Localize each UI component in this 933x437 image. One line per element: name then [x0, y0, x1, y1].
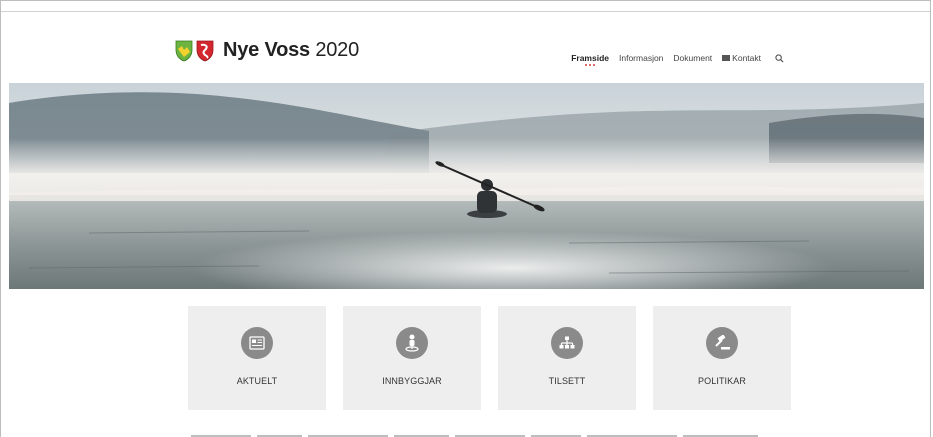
tile-aktuelt[interactable]: AKTUELT [188, 306, 326, 410]
nav-kontakt[interactable]: Kontakt [722, 53, 761, 63]
org-chart-icon [559, 336, 575, 349]
hero-image-kayak [9, 83, 924, 289]
tile-label: INNBYGGJAR [382, 376, 442, 386]
nav-framside[interactable]: Framside [571, 53, 609, 66]
main-nav: Framside Informasjon Dokument Kontakt [561, 53, 784, 66]
site-logo[interactable]: Nye Voss 2020 [175, 39, 359, 62]
tile-politikar[interactable]: POLITIKAR [653, 306, 791, 410]
search-icon[interactable] [775, 53, 784, 63]
page-frame: Nye Voss 2020 Framside Informasjon Dokum… [0, 0, 931, 437]
tile-icon-circle [241, 327, 273, 359]
tile-label: TILSETT [548, 376, 586, 386]
tile-icon-circle [396, 327, 428, 359]
quicklink-tiles: AKTUELT INNBYGGJAR TILSETT POLITIKAR [188, 306, 791, 410]
person-pin-icon [405, 334, 419, 352]
gavel-icon [715, 335, 730, 350]
newspaper-icon [249, 336, 265, 350]
voss-shield-icon [175, 40, 193, 61]
browser-top-edge [1, 1, 930, 12]
tile-label: AKTUELT [236, 376, 278, 386]
tile-tilsett[interactable]: TILSETT [498, 306, 636, 410]
tile-icon-circle [706, 327, 738, 359]
nav-dokument[interactable]: Dokument [673, 53, 712, 63]
envelope-icon [722, 55, 731, 61]
active-indicator [585, 64, 596, 66]
site-header [1, 12, 930, 82]
tile-icon-circle [551, 327, 583, 359]
tile-label: POLITIKAR [698, 376, 746, 386]
granvin-shield-icon [196, 40, 214, 61]
brand-name: Nye Voss 2020 [223, 39, 360, 61]
tile-innbyggjar[interactable]: INNBYGGJAR [343, 306, 481, 410]
nav-informasjon[interactable]: Informasjon [619, 53, 663, 63]
